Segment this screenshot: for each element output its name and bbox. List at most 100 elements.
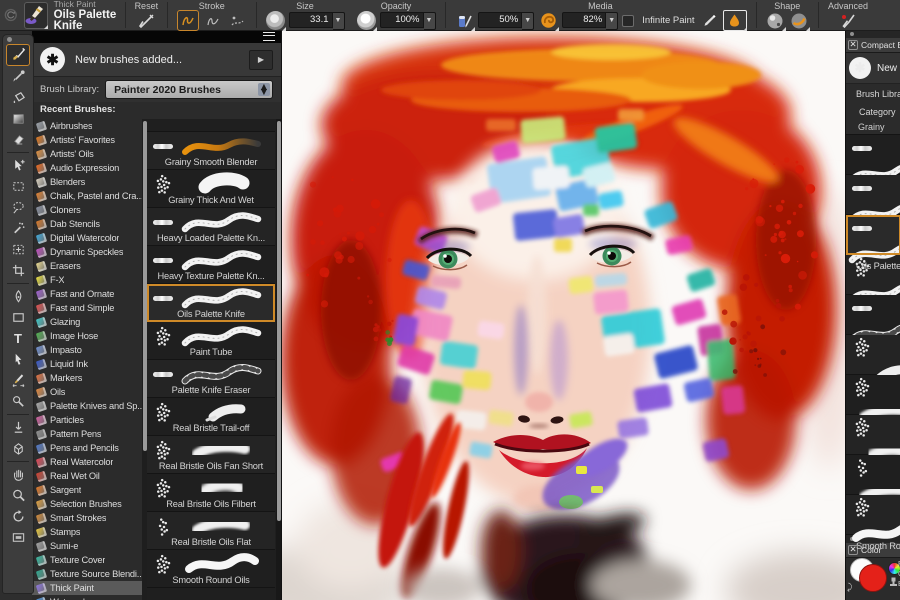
banner-next-button[interactable]: ▶: [249, 50, 273, 70]
brush-category-item[interactable]: Dab Stencils: [32, 217, 147, 231]
tool-transform[interactable]: [7, 240, 29, 260]
brush-category-item[interactable]: Real Watercolor: [32, 455, 147, 469]
brush-variant-item[interactable]: Real Bristle Oils Filbert: [846, 415, 900, 455]
brush-category-item[interactable]: Artists' Oils: [32, 147, 147, 161]
brush-category-item[interactable]: Thick Paint: [32, 581, 147, 595]
brush-category-item[interactable]: Airbrushes: [32, 119, 147, 133]
media-swirl-icon[interactable]: [538, 11, 558, 30]
tool-rect-shape[interactable]: [7, 308, 29, 328]
opacity-value-field[interactable]: 100%: [380, 12, 424, 28]
swap-colors-icon[interactable]: ⤸: [847, 582, 852, 593]
tool-shape-select[interactable]: [7, 350, 29, 370]
brush-category-item[interactable]: Sumi-e: [32, 539, 147, 553]
tool-navigator[interactable]: [7, 528, 29, 548]
shape-sphere-icon[interactable]: [765, 11, 785, 30]
tool-magic-wand[interactable]: [7, 219, 29, 239]
compact-panel-grip[interactable]: [846, 30, 900, 38]
advanced-brush-button[interactable]: [838, 11, 858, 30]
stroke-straight-button[interactable]: [203, 11, 223, 30]
tool-rotate-page[interactable]: [7, 507, 29, 527]
tool-divine-proportion[interactable]: [7, 418, 29, 438]
brush-category-item[interactable]: Fast and Ornate: [32, 287, 147, 301]
brush-category-item[interactable]: Erasers: [32, 259, 147, 273]
toolbox-grip[interactable]: [3, 35, 33, 43]
panel-menu-icon[interactable]: [263, 32, 275, 41]
brush-category-item[interactable]: Blenders: [32, 175, 147, 189]
brush-category-item[interactable]: Fast and Simple: [32, 301, 147, 315]
infinite-paint-checkbox[interactable]: [622, 15, 634, 27]
brush-variant-item[interactable]: Real Bristle Oils Flat: [846, 455, 900, 495]
current-brush-icon[interactable]: [24, 2, 48, 29]
brush-variant-item[interactable]: Palette Knife Eraser: [846, 295, 900, 335]
tool-dropper[interactable]: [7, 67, 29, 87]
brush-category-item[interactable]: Image Hose: [32, 329, 147, 343]
media-blend-dropdown[interactable]: ▼: [606, 12, 618, 30]
brush-category-item[interactable]: Smart Strokes: [32, 511, 147, 525]
size-dab-icon[interactable]: [266, 11, 285, 30]
media-flow-field[interactable]: 50%: [478, 12, 522, 28]
reset-brush-button[interactable]: [136, 11, 156, 30]
brush-variant-item[interactable]: Real Bristle Trail-off: [846, 335, 900, 375]
brush-category-item[interactable]: Selection Brushes: [32, 497, 147, 511]
compact-new-brushes-banner[interactable]: ✱ New brushes added...: [846, 53, 900, 84]
media-liquid-icon[interactable]: [454, 11, 474, 30]
brush-category-item[interactable]: Watercolor: [32, 595, 147, 600]
tool-grabber[interactable]: [7, 465, 29, 485]
brush-variant-item[interactable]: Oils Palette Knife: [147, 284, 275, 322]
stroke-dab-button[interactable]: [227, 11, 247, 30]
opacity-dab-icon[interactable]: [357, 11, 376, 30]
variant-scrollbar[interactable]: [276, 119, 281, 600]
brush-category-item[interactable]: Pattern Pens: [32, 427, 147, 441]
brush-variant-item[interactable]: Heavy Loaded Palette Kn...: [846, 135, 900, 175]
brush-variant-item[interactable]: Real Bristle Oils Flat: [147, 512, 275, 550]
opacity-dropdown-button[interactable]: ▼: [424, 12, 436, 30]
close-icon[interactable]: ✕: [848, 40, 858, 50]
brush-variant-item[interactable]: Smooth Round Oils: [147, 550, 275, 588]
brush-variant-item[interactable]: Heavy Loaded Palette Kn...: [147, 208, 275, 246]
tool-mirror-painting[interactable]: [7, 371, 29, 391]
brush-variant-item[interactable]: Heavy Texture Palette Kn...: [147, 246, 275, 284]
media-blend-field[interactable]: 82%: [562, 12, 606, 28]
brush-category-item[interactable]: Impasto: [32, 343, 147, 357]
size-value-field[interactable]: 33.1: [289, 12, 333, 28]
brush-variant-item[interactable]: Real Bristle Oils Fan Short: [846, 375, 900, 415]
brush-category-item[interactable]: Pens and Pencils: [32, 441, 147, 455]
brush-variant-item[interactable]: Real Bristle Oils Filbert: [147, 474, 275, 512]
brush-category-item[interactable]: Liquid Ink: [32, 357, 147, 371]
brush-category-item[interactable]: Texture Cover: [32, 553, 147, 567]
brush-category-item[interactable]: Markers: [32, 371, 147, 385]
tool-eraser[interactable]: [7, 130, 29, 150]
brush-category-item[interactable]: Real Wet Oil: [32, 469, 147, 483]
brush-category-item[interactable]: Chalk, Pastel and Cra...: [32, 189, 147, 203]
brush-category-item[interactable]: Glazing: [32, 315, 147, 329]
tool-quick-clone[interactable]: [7, 392, 29, 412]
brush-category-item[interactable]: Texture Source Blendi...: [32, 567, 147, 581]
brush-reset-circle-icon[interactable]: [4, 5, 18, 25]
new-brushes-banner[interactable]: ✱ New brushes added... ▶: [32, 43, 281, 77]
tool-paint-bucket[interactable]: [7, 88, 29, 108]
tool-pen[interactable]: [7, 287, 29, 307]
brush-variant-item[interactable]: Real Bristle Oils Fan Short: [147, 436, 275, 474]
brush-category-item[interactable]: Oils: [32, 385, 147, 399]
dirty-brush-pen-icon[interactable]: [699, 11, 719, 30]
stroke-freehand-button[interactable]: [177, 10, 199, 31]
brush-category-item[interactable]: Dynamic Speckles: [32, 245, 147, 259]
brush-variant-item[interactable]: Heavy Texture Palette Kn...: [846, 175, 900, 215]
brush-variant-item[interactable]: Smooth Round Oils: [846, 495, 900, 535]
tool-perspective-grid[interactable]: [7, 439, 29, 459]
brush-category-item[interactable]: F-X: [32, 273, 147, 287]
tool-layer-adjuster[interactable]: [7, 156, 29, 176]
media-droplet-button[interactable]: [723, 10, 747, 31]
tool-text[interactable]: T: [7, 329, 29, 349]
compact-brush-tab[interactable]: ✕ Compact Brush: [846, 38, 900, 53]
main-color-swatch[interactable]: [859, 564, 887, 592]
brush-category-item[interactable]: Palette Knives and Sp...: [32, 399, 147, 413]
tool-rect-select[interactable]: [7, 177, 29, 197]
brush-variant-item[interactable]: Palette Knife Eraser: [147, 360, 275, 398]
brush-category-item[interactable]: Digital Watercolor: [32, 231, 147, 245]
brush-category-item[interactable]: Particles: [32, 413, 147, 427]
panel-title-bar[interactable]: [32, 30, 281, 43]
select-stepper-icon[interactable]: ▲▼: [258, 83, 270, 96]
stamp-icon[interactable]: [889, 577, 898, 587]
brush-variant-item[interactable]: Grainy Thick And Wet: [147, 170, 275, 208]
